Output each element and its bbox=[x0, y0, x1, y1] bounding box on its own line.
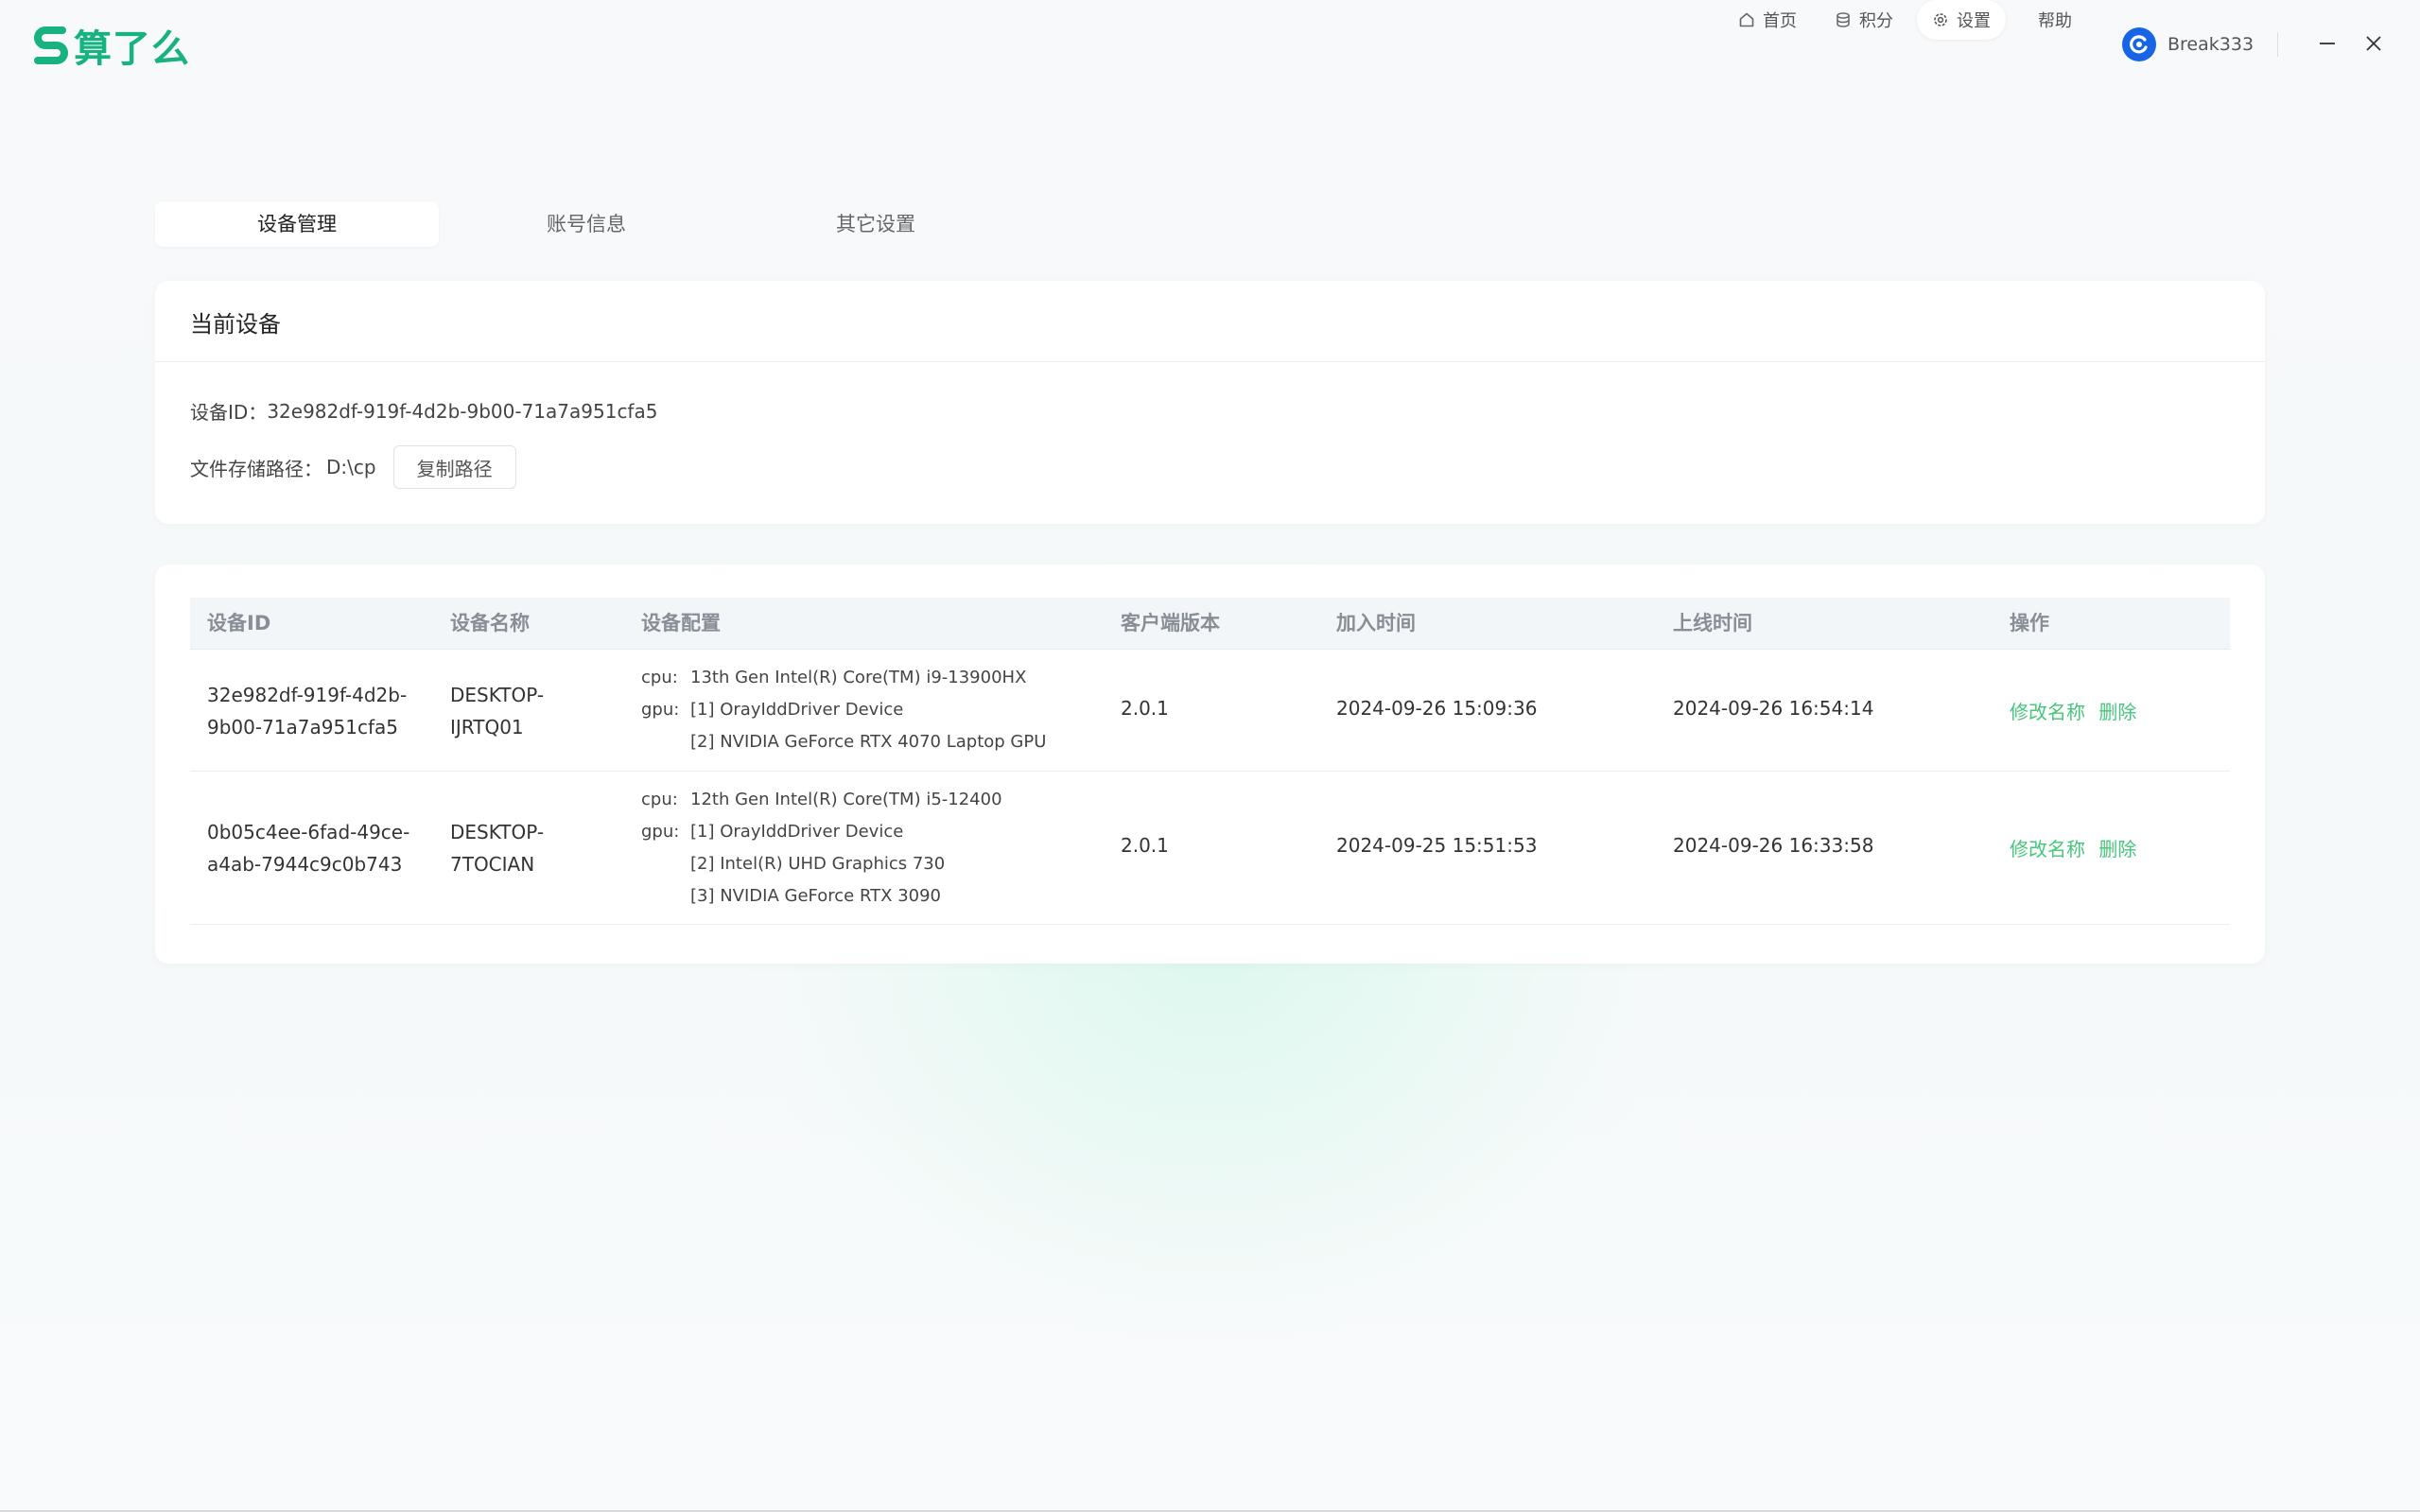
copy-path-button[interactable]: 复制路径 bbox=[392, 445, 516, 489]
row-device-name-line2: IJRTQ01 bbox=[450, 716, 524, 739]
current-device-card: 当前设备 设备ID： 32e982df-919f-4d2b-9b00-71a7a… bbox=[155, 281, 2265, 524]
nav-settings[interactable]: 设置 bbox=[1917, 0, 2006, 40]
tab-account-info[interactable]: 账号信息 bbox=[444, 201, 728, 247]
delete-device-link[interactable]: 删除 bbox=[2098, 701, 2136, 723]
gpu-value: [2] Intel(R) UHD Graphics 730 bbox=[690, 854, 946, 874]
gpu-label: gpu: bbox=[641, 700, 680, 720]
app-brand-name: 算了么 bbox=[74, 27, 190, 71]
storage-path-row: 文件存储路径： D:\cp 复制路径 bbox=[190, 444, 516, 490]
card-divider bbox=[155, 361, 2265, 362]
minimize-icon bbox=[2320, 43, 2335, 44]
gpu-value: [3] NVIDIA GeForce RTX 3090 bbox=[690, 886, 942, 906]
row-join-time: 2024-09-26 15:09:36 bbox=[1336, 697, 1538, 720]
username: Break333 bbox=[2168, 34, 2255, 55]
rename-device-link[interactable]: 修改名称 bbox=[2010, 838, 2085, 860]
row-client-version: 2.0.1 bbox=[1121, 834, 1169, 857]
user-profile[interactable]: Break333 bbox=[2122, 25, 2254, 64]
row-join-time: 2024-09-25 15:51:53 bbox=[1336, 834, 1538, 857]
nav-help-label: 帮助 bbox=[2038, 11, 2072, 31]
home-icon bbox=[1739, 12, 1754, 27]
nav-points[interactable]: 积分 bbox=[1819, 0, 1908, 40]
gpu-value: [2] NVIDIA GeForce RTX 4070 Laptop GPU bbox=[690, 732, 1047, 752]
topbar-divider bbox=[2277, 32, 2278, 57]
nav-home[interactable]: 首页 bbox=[1723, 0, 1812, 40]
tab-other-settings[interactable]: 其它设置 bbox=[734, 201, 1018, 247]
row-device-name-line1: DESKTOP- bbox=[450, 821, 545, 843]
nav-settings-label: 设置 bbox=[1957, 11, 1991, 31]
nav-points-label: 积分 bbox=[1859, 11, 1893, 31]
row-device-name-line2: 7TOCIAN bbox=[450, 853, 535, 876]
logo-mark-icon bbox=[34, 26, 68, 64]
row-client-version: 2.0.1 bbox=[1121, 697, 1169, 720]
row-device-id-line2: 9b00-71a7a951cfa5 bbox=[207, 716, 398, 739]
table-row: 0b05c4ee-6fad-49ce- a4ab-7944c9c0b743 DE… bbox=[190, 772, 2230, 925]
avatar bbox=[2122, 27, 2156, 61]
settings-tabs: 设备管理 账号信息 其它设置 bbox=[155, 201, 1025, 247]
header-join-time: 加入时间 bbox=[1336, 612, 1416, 634]
user-avatar-icon bbox=[2130, 35, 2148, 54]
current-device-title: 当前设备 bbox=[190, 311, 281, 338]
row-online-time: 2024-09-26 16:54:14 bbox=[1673, 697, 1874, 720]
gpu-value: [1] OrayIddDriver Device bbox=[690, 700, 904, 720]
cpu-label: cpu: bbox=[641, 668, 678, 687]
row-actions: 修改名称 删除 bbox=[2010, 834, 2144, 861]
table-row: 32e982df-919f-4d2b- 9b00-71a7a951cfa5 DE… bbox=[190, 650, 2230, 772]
row-online-time: 2024-09-26 16:33:58 bbox=[1673, 834, 1874, 857]
storage-path-value: D:\cp bbox=[326, 456, 376, 478]
nav-home-label: 首页 bbox=[1763, 11, 1797, 31]
header-device-name: 设备名称 bbox=[450, 612, 530, 634]
header-client-version: 客户端版本 bbox=[1121, 612, 1220, 634]
device-id-label: 设备ID： bbox=[190, 401, 268, 424]
header-actions: 操作 bbox=[2010, 612, 2049, 634]
rename-device-link[interactable]: 修改名称 bbox=[2010, 701, 2085, 723]
header-online-time: 上线时间 bbox=[1673, 612, 1752, 634]
header-device-config: 设备配置 bbox=[641, 612, 721, 634]
device-table-card: 设备ID 设备名称 设备配置 客户端版本 加入时间 上线时间 操作 32e982… bbox=[155, 565, 2265, 964]
row-actions: 修改名称 删除 bbox=[2010, 697, 2144, 724]
table-header: 设备ID 设备名称 设备配置 客户端版本 加入时间 上线时间 操作 bbox=[190, 598, 2230, 650]
top-bar: 算了么 首页 积分 设置 帮助 Break333 bbox=[0, 0, 2420, 91]
row-device-config: cpu: 12th Gen Intel(R) Core(TM) i5-12400 … bbox=[641, 784, 1002, 912]
row-device-name: DESKTOP- 7TOCIAN bbox=[450, 816, 544, 880]
row-device-name: DESKTOP- IJRTQ01 bbox=[450, 679, 544, 743]
delete-device-link[interactable]: 删除 bbox=[2098, 838, 2136, 860]
row-device-id-line2: a4ab-7944c9c0b743 bbox=[207, 853, 403, 876]
close-icon bbox=[2366, 36, 2381, 51]
cpu-value: 13th Gen Intel(R) Core(TM) i9-13900HX bbox=[690, 668, 1027, 687]
header-device-id: 设备ID bbox=[207, 612, 271, 634]
storage-path-label: 文件存储路径： bbox=[190, 457, 322, 480]
gpu-label: gpu: bbox=[641, 822, 680, 842]
close-button[interactable] bbox=[2357, 26, 2391, 61]
minimize-button[interactable] bbox=[2310, 26, 2344, 61]
coins-icon bbox=[1837, 12, 1850, 27]
row-device-id-line1: 32e982df-919f-4d2b- bbox=[207, 684, 408, 706]
row-device-name-line1: DESKTOP- bbox=[450, 684, 545, 706]
row-device-id: 32e982df-919f-4d2b- 9b00-71a7a951cfa5 bbox=[207, 679, 407, 743]
cpu-label: cpu: bbox=[641, 790, 678, 809]
app-logo[interactable]: 算了么 bbox=[32, 19, 190, 72]
current-device-id-row: 设备ID： 32e982df-919f-4d2b-9b00-71a7a951cf… bbox=[190, 397, 657, 425]
row-device-config: cpu: 13th Gen Intel(R) Core(TM) i9-13900H… bbox=[641, 662, 1046, 758]
gear-icon bbox=[1934, 13, 1947, 26]
row-device-id-line1: 0b05c4ee-6fad-49ce- bbox=[207, 821, 410, 843]
nav-help[interactable]: 帮助 bbox=[2023, 0, 2087, 40]
row-device-id: 0b05c4ee-6fad-49ce- a4ab-7944c9c0b743 bbox=[207, 816, 409, 880]
cpu-value: 12th Gen Intel(R) Core(TM) i5-12400 bbox=[690, 790, 1002, 809]
gpu-value: [1] OrayIddDriver Device bbox=[690, 822, 904, 842]
tab-device-management[interactable]: 设备管理 bbox=[155, 201, 439, 247]
device-id-value: 32e982df-919f-4d2b-9b00-71a7a951cfa5 bbox=[267, 399, 658, 423]
